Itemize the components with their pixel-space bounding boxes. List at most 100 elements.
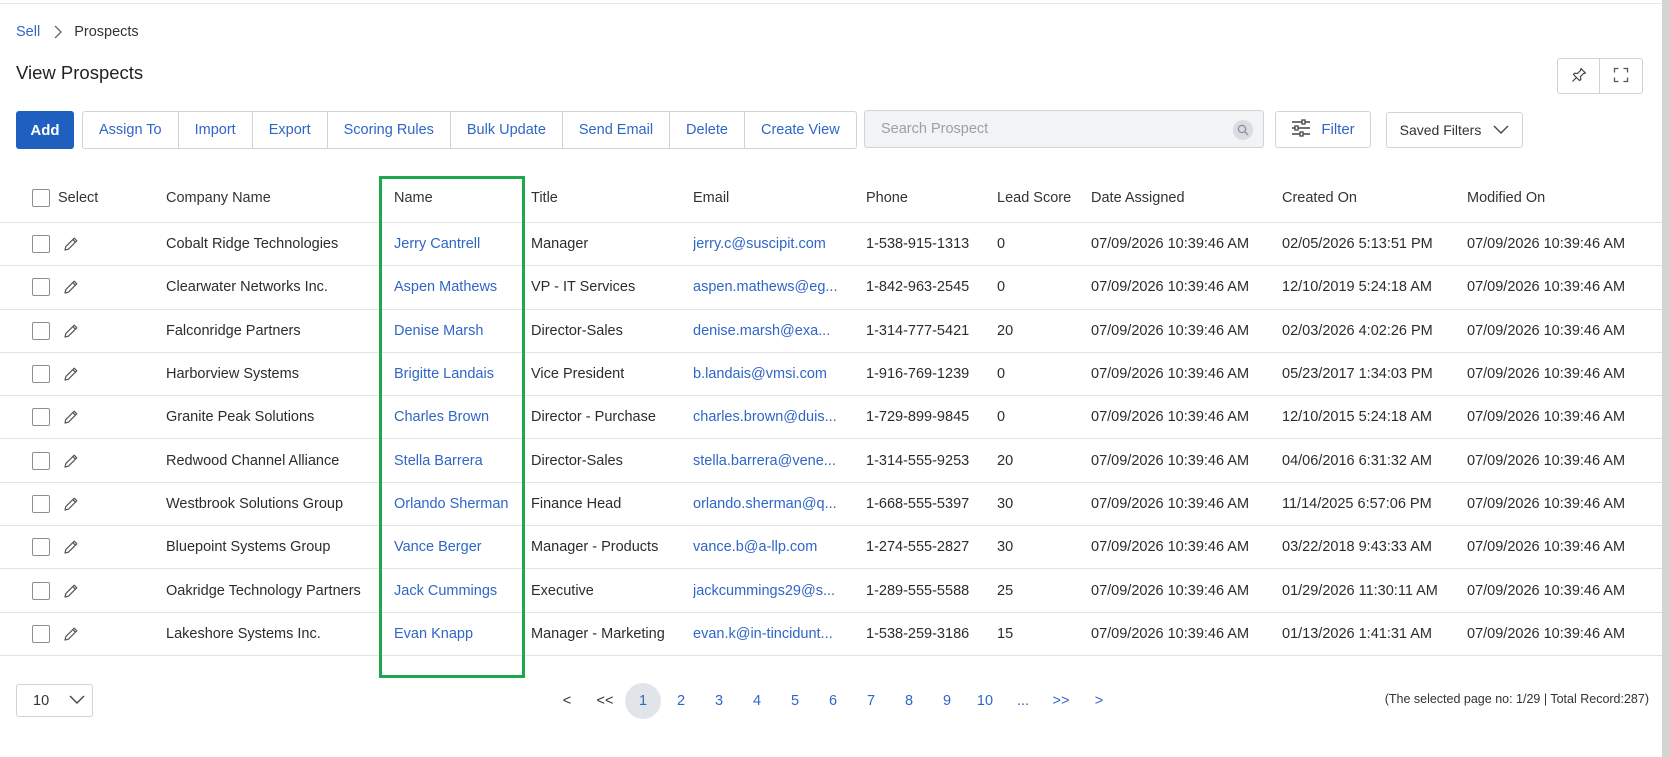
- header-company[interactable]: Company Name: [166, 173, 271, 222]
- cell-lead-score: 15: [997, 625, 1014, 642]
- cell-email-link[interactable]: evan.k@in-tincidunt...: [693, 613, 845, 655]
- page-7[interactable]: 7: [853, 683, 889, 719]
- cell-date-assigned: 07/09/2026 10:39:46 AM: [1091, 409, 1250, 426]
- add-button[interactable]: Add: [16, 111, 74, 149]
- row-checkbox[interactable]: [32, 581, 50, 600]
- cell-lead-score: 30: [997, 539, 1014, 556]
- edit-icon[interactable]: [62, 223, 80, 265]
- header-phone[interactable]: Phone: [866, 173, 908, 222]
- cell-name-link[interactable]: Evan Knapp: [394, 613, 473, 655]
- page-ellipsis[interactable]: ...: [1005, 683, 1041, 719]
- row-select-cell: [32, 266, 50, 308]
- page-size-select[interactable]: 10: [16, 684, 93, 717]
- row-checkbox[interactable]: [32, 451, 50, 470]
- row-checkbox[interactable]: [32, 408, 50, 427]
- cell-company: Lakeshore Systems Inc.: [166, 625, 321, 642]
- cell-title: Manager: [531, 236, 589, 253]
- filter-button[interactable]: Filter: [1275, 111, 1371, 148]
- row-select-cell: [32, 613, 50, 655]
- pin-button[interactable]: [1557, 58, 1600, 94]
- cell-modified-on: 07/09/2026 10:39:46 AM: [1467, 366, 1626, 383]
- row-checkbox[interactable]: [32, 365, 50, 384]
- page-1[interactable]: 1: [625, 683, 661, 719]
- assign-to-button[interactable]: Assign To: [83, 112, 178, 148]
- edit-icon[interactable]: [62, 439, 80, 481]
- page-last[interactable]: >>: [1043, 683, 1079, 719]
- import-button[interactable]: Import: [177, 112, 252, 148]
- cell-name-link[interactable]: Denise Marsh: [394, 310, 483, 352]
- row-checkbox[interactable]: [32, 278, 50, 297]
- header-modified-on[interactable]: Modified On: [1467, 173, 1545, 222]
- cell-name-link[interactable]: Brigitte Landais: [394, 353, 494, 395]
- fullscreen-button[interactable]: [1600, 58, 1643, 94]
- cell-email-link[interactable]: charles.brown@duis...: [693, 396, 845, 438]
- header-lead-score[interactable]: Lead Score: [997, 173, 1071, 222]
- edit-icon[interactable]: [62, 483, 80, 525]
- edit-icon[interactable]: [62, 396, 80, 438]
- send-email-button[interactable]: Send Email: [561, 112, 669, 148]
- page-prev[interactable]: <: [549, 683, 585, 719]
- row-checkbox[interactable]: [32, 624, 50, 643]
- table-header: Select Company Name Name Title Email Pho…: [0, 173, 1662, 223]
- create-view-button[interactable]: Create View: [743, 112, 856, 148]
- cell-name-link[interactable]: Jack Cummings: [394, 569, 497, 611]
- edit-icon[interactable]: [62, 569, 80, 611]
- page-next[interactable]: >: [1081, 683, 1117, 719]
- cell-email-link[interactable]: orlando.sherman@q...: [693, 483, 845, 525]
- edit-icon[interactable]: [62, 353, 80, 395]
- cell-email-link[interactable]: vance.b@a-llp.com: [693, 526, 845, 568]
- cell-name-link[interactable]: Jerry Cantrell: [394, 223, 480, 265]
- edit-icon[interactable]: [62, 310, 80, 352]
- page-6[interactable]: 6: [815, 683, 851, 719]
- scoring-rules-button[interactable]: Scoring Rules: [326, 112, 450, 148]
- export-button[interactable]: Export: [251, 112, 327, 148]
- search-input[interactable]: [865, 111, 1263, 147]
- cell-modified-on: 07/09/2026 10:39:46 AM: [1467, 409, 1626, 426]
- cell-phone: 1-314-555-9253: [866, 452, 970, 469]
- edit-icon[interactable]: [62, 266, 80, 308]
- page-4[interactable]: 4: [739, 683, 775, 719]
- header-title[interactable]: Title: [531, 173, 558, 222]
- cell-email-link[interactable]: jerry.c@suscipit.com: [693, 223, 845, 265]
- header-name[interactable]: Name: [394, 173, 433, 222]
- page-9[interactable]: 9: [929, 683, 965, 719]
- search-box: [864, 110, 1264, 148]
- row-checkbox[interactable]: [32, 235, 50, 254]
- page-5[interactable]: 5: [777, 683, 813, 719]
- page-10[interactable]: 10: [967, 683, 1003, 719]
- cell-email-link[interactable]: aspen.mathews@eg...: [693, 266, 845, 308]
- cell-name-link[interactable]: Vance Berger: [394, 526, 482, 568]
- delete-button[interactable]: Delete: [669, 112, 744, 148]
- header-email[interactable]: Email: [693, 173, 845, 222]
- page-8[interactable]: 8: [891, 683, 927, 719]
- cell-name-link[interactable]: Charles Brown: [394, 396, 489, 438]
- bulk-update-button[interactable]: Bulk Update: [449, 112, 562, 148]
- page-3[interactable]: 3: [701, 683, 737, 719]
- cell-email-link[interactable]: denise.marsh@exa...: [693, 310, 845, 352]
- edit-icon[interactable]: [62, 526, 80, 568]
- cell-created-on: 12/10/2019 5:24:18 AM: [1282, 279, 1432, 296]
- select-all-checkbox[interactable]: [32, 188, 50, 207]
- page-first[interactable]: <<: [587, 683, 623, 719]
- page-size-value: 10: [33, 692, 50, 709]
- saved-filters-dropdown[interactable]: Saved Filters: [1386, 112, 1523, 148]
- cell-name-link[interactable]: Aspen Mathews: [394, 266, 497, 308]
- row-checkbox[interactable]: [32, 494, 50, 513]
- chevron-right-icon: [54, 25, 63, 39]
- header-date-assigned[interactable]: Date Assigned: [1091, 173, 1185, 222]
- cell-email-link[interactable]: stella.barrera@vene...: [693, 439, 845, 481]
- row-checkbox[interactable]: [32, 321, 50, 340]
- page-2[interactable]: 2: [663, 683, 699, 719]
- vertical-scrollbar[interactable]: [1662, 0, 1670, 757]
- edit-icon[interactable]: [62, 613, 80, 655]
- cell-name-link[interactable]: Orlando Sherman: [394, 483, 508, 525]
- row-checkbox[interactable]: [32, 538, 50, 557]
- cell-date-assigned: 07/09/2026 10:39:46 AM: [1091, 452, 1250, 469]
- cell-date-assigned: 07/09/2026 10:39:46 AM: [1091, 322, 1250, 339]
- breadcrumb-sell-link[interactable]: Sell: [16, 24, 40, 40]
- cell-email-link[interactable]: jackcummings29@s...: [693, 569, 845, 611]
- header-created-on[interactable]: Created On: [1282, 173, 1357, 222]
- search-icon[interactable]: [1233, 120, 1253, 140]
- cell-name-link[interactable]: Stella Barrera: [394, 439, 483, 481]
- cell-email-link[interactable]: b.landais@vmsi.com: [693, 353, 845, 395]
